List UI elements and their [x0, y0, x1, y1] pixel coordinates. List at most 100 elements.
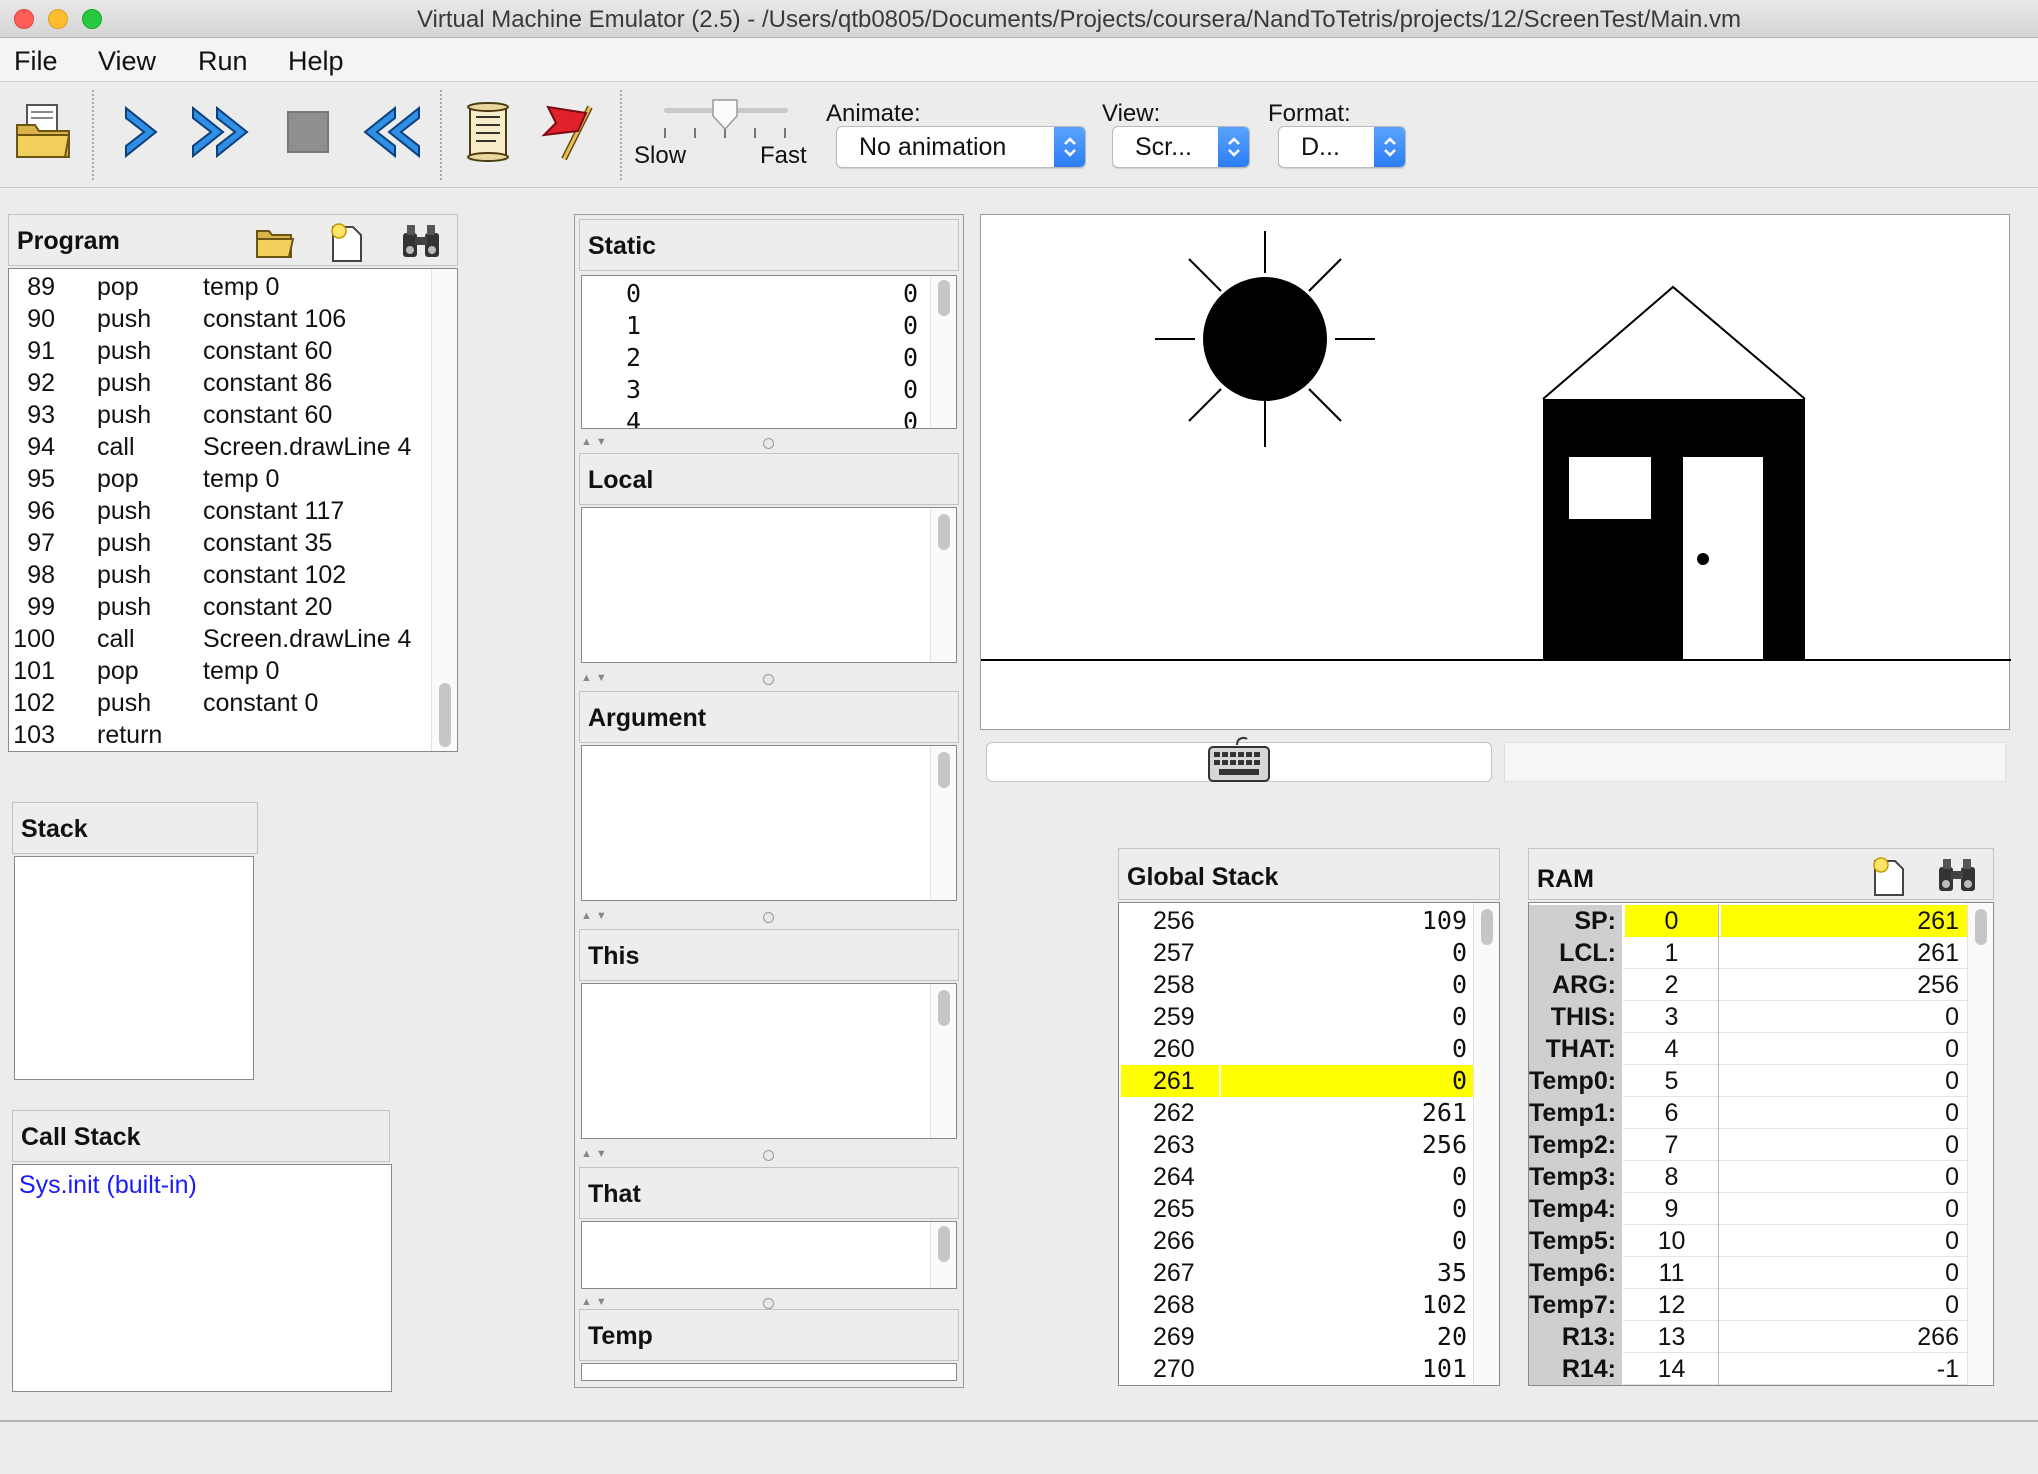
global-stack-row[interactable]: 269 20: [1119, 1321, 1473, 1353]
this-scrollbar[interactable]: [930, 984, 956, 1138]
reset-button[interactable]: [354, 96, 426, 168]
slider-thumb[interactable]: [710, 98, 740, 132]
program-row[interactable]: 98 push constant 102: [9, 559, 457, 591]
ram-row[interactable]: LCL: 1 261: [1529, 937, 1967, 969]
minimize-window-button[interactable]: [48, 9, 68, 29]
ram-row[interactable]: Temp0: 5 0: [1529, 1065, 1967, 1097]
static-row[interactable]: 30: [582, 374, 956, 406]
ram-scrollbar[interactable]: [1967, 903, 1993, 1385]
global-stack-row[interactable]: 260 0: [1119, 1033, 1473, 1065]
ram-row[interactable]: THIS: 3 0: [1529, 1001, 1967, 1033]
new-file-icon[interactable]: [327, 221, 365, 263]
ram-row[interactable]: Temp5: 10 0: [1529, 1225, 1967, 1257]
program-row[interactable]: 89 pop temp 0: [9, 271, 457, 303]
static-row[interactable]: 10: [582, 310, 956, 342]
program-scrollbar[interactable]: [431, 269, 457, 751]
ram-row[interactable]: Temp1: 6 0: [1529, 1097, 1967, 1129]
single-step-button[interactable]: [104, 96, 176, 168]
breakpoint-button[interactable]: [536, 96, 608, 168]
binoculars-icon[interactable]: [399, 223, 443, 259]
argument-divider[interactable]: ▲▼: [575, 909, 963, 927]
new-file-icon[interactable]: [1869, 855, 1907, 897]
keyboard-input[interactable]: [986, 736, 1492, 782]
animate-select[interactable]: No animation: [836, 126, 1086, 168]
ram-row[interactable]: R13: 13 266: [1529, 1321, 1967, 1353]
global-stack-row[interactable]: 259 0: [1119, 1001, 1473, 1033]
static-scrollbar[interactable]: [930, 276, 956, 428]
speed-slider[interactable]: [660, 99, 790, 144]
script-button[interactable]: [452, 96, 524, 168]
ram-row[interactable]: Temp2: 7 0: [1529, 1129, 1967, 1161]
program-row[interactable]: 99 push constant 20: [9, 591, 457, 623]
ram-row[interactable]: Temp6: 11 0: [1529, 1257, 1967, 1289]
view-select[interactable]: Scr...: [1112, 126, 1250, 168]
menu-run[interactable]: Run: [198, 46, 248, 77]
ram-row[interactable]: SP: 0 261: [1529, 905, 1967, 937]
ram-row[interactable]: Temp4: 9 0: [1529, 1193, 1967, 1225]
global-stack-list[interactable]: 256 109 257 0 258 0 259 0 260 0 261 0 262 261 263 256 26…: [1118, 902, 1500, 1386]
program-row[interactable]: 94 call Screen.drawLine 4: [9, 431, 457, 463]
ram-row[interactable]: THAT: 4 0: [1529, 1033, 1967, 1065]
local-divider[interactable]: ▲▼: [575, 671, 963, 689]
temp-list[interactable]: [581, 1363, 957, 1381]
global-stack-row[interactable]: 267 35: [1119, 1257, 1473, 1289]
local-scrollbar[interactable]: [930, 508, 956, 662]
folder-icon[interactable]: [255, 225, 295, 259]
call-stack-item[interactable]: Sys.init (built-in): [19, 1169, 391, 1201]
stop-button[interactable]: [272, 96, 344, 168]
program-row[interactable]: 90 push constant 106: [9, 303, 457, 335]
local-list[interactable]: [581, 507, 957, 663]
ram-row[interactable]: Temp7: 12 0: [1529, 1289, 1967, 1321]
menu-help[interactable]: Help: [288, 46, 344, 77]
global-stack-row[interactable]: 263 256: [1119, 1129, 1473, 1161]
static-row[interactable]: 40: [582, 406, 956, 428]
program-row[interactable]: 101 pop temp 0: [9, 655, 457, 687]
program-list[interactable]: 89 pop temp 0 90 push constant 106 91 push const…: [8, 268, 458, 752]
load-program-button[interactable]: [8, 96, 80, 168]
program-argument: constant 102: [203, 561, 347, 589]
program-row[interactable]: 100 call Screen.drawLine 4: [9, 623, 457, 655]
global-stack-scrollbar[interactable]: [1473, 903, 1499, 1385]
this-divider[interactable]: ▲▼: [575, 1147, 963, 1165]
ram-row[interactable]: R14: 14 -1: [1529, 1353, 1967, 1385]
binoculars-icon[interactable]: [1935, 857, 1979, 893]
global-stack-row[interactable]: 264 0: [1119, 1161, 1473, 1193]
this-list[interactable]: [581, 983, 957, 1139]
close-window-button[interactable]: [14, 9, 34, 29]
program-row[interactable]: 92 push constant 86: [9, 367, 457, 399]
static-row[interactable]: 00: [582, 278, 956, 310]
static-list[interactable]: 0010203040: [581, 275, 957, 429]
program-row[interactable]: 95 pop temp 0: [9, 463, 457, 495]
global-stack-row[interactable]: 268 102: [1119, 1289, 1473, 1321]
global-stack-row[interactable]: 256 109: [1119, 905, 1473, 937]
global-stack-row[interactable]: 257 0: [1119, 937, 1473, 969]
program-row[interactable]: 102 push constant 0: [9, 687, 457, 719]
global-stack-row[interactable]: 261 0: [1119, 1065, 1473, 1097]
program-row[interactable]: 91 push constant 60: [9, 335, 457, 367]
program-row[interactable]: 97 push constant 35: [9, 527, 457, 559]
that-list[interactable]: [581, 1221, 957, 1289]
argument-list[interactable]: [581, 745, 957, 901]
global-stack-row[interactable]: 270 101: [1119, 1353, 1473, 1385]
menu-file[interactable]: File: [14, 46, 58, 77]
that-scrollbar[interactable]: [930, 1222, 956, 1288]
argument-scrollbar[interactable]: [930, 746, 956, 900]
format-select[interactable]: D...: [1278, 126, 1406, 168]
static-divider[interactable]: ▲▼: [575, 435, 963, 453]
global-stack-row[interactable]: 266 0: [1119, 1225, 1473, 1257]
program-row[interactable]: 96 push constant 117: [9, 495, 457, 527]
run-button[interactable]: [186, 96, 258, 168]
static-row[interactable]: 20: [582, 342, 956, 374]
ram-table[interactable]: SP: 0 261 LCL: 1 261 ARG: 2 256 THIS: 3 0 THAT: 4 0 Tem…: [1528, 902, 1994, 1386]
call-stack-list[interactable]: Sys.init (built-in): [12, 1164, 392, 1392]
menu-view[interactable]: View: [98, 46, 156, 77]
ram-row[interactable]: Temp3: 8 0: [1529, 1161, 1967, 1193]
global-stack-row[interactable]: 265 0: [1119, 1193, 1473, 1225]
ram-row[interactable]: ARG: 2 256: [1529, 969, 1967, 1001]
global-stack-row[interactable]: 258 0: [1119, 969, 1473, 1001]
program-row[interactable]: 103 return: [9, 719, 457, 751]
global-stack-row[interactable]: 262 261: [1119, 1097, 1473, 1129]
zoom-window-button[interactable]: [82, 9, 102, 29]
program-row[interactable]: 93 push constant 60: [9, 399, 457, 431]
stack-list[interactable]: [14, 856, 254, 1080]
